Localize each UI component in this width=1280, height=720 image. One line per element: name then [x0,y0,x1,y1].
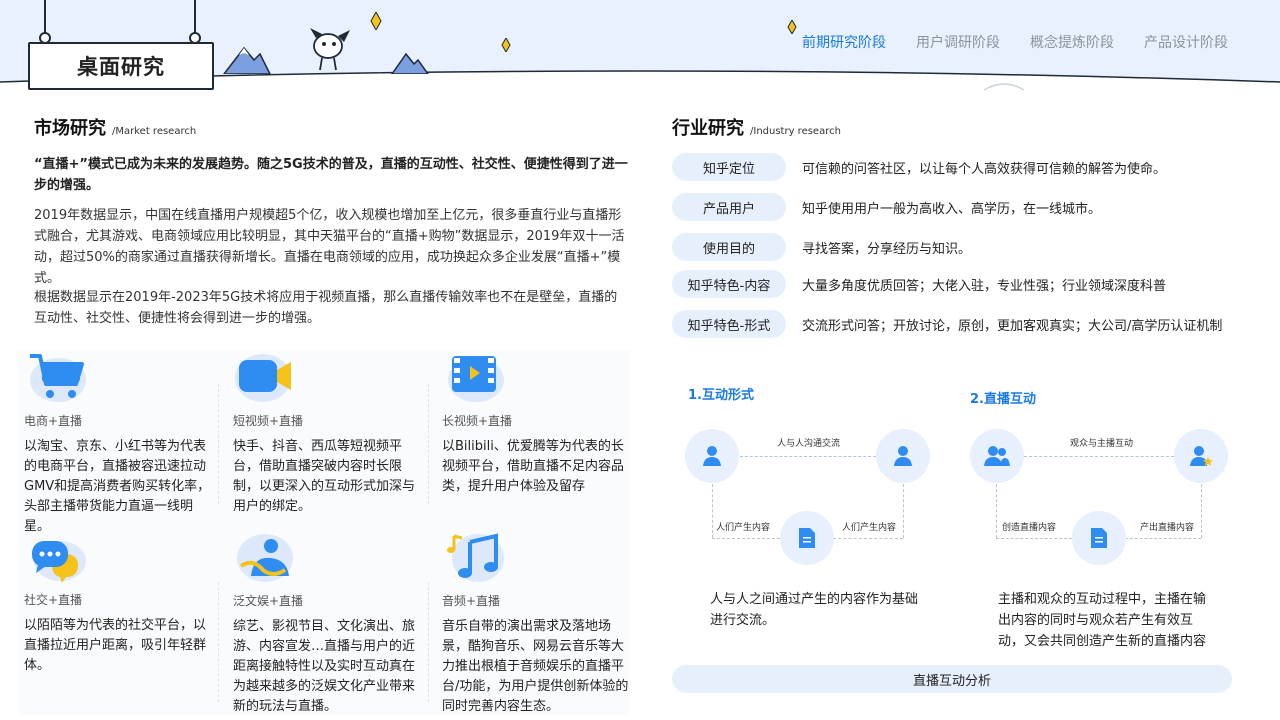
industry-row-label: 使用目的 [672,233,786,261]
connector [833,538,903,539]
industry-row-label: 知乎特色-内容 [672,270,786,298]
card-description: 快手、抖音、西瓜等短视频平台，借助直播突破内容时长限制，以更深入的互动形式加深与… [233,439,416,514]
market-subtitle: /Market research [112,126,197,137]
live-interaction-analysis-bar: 直播互动分析 [672,665,1232,693]
industry-row-text: 寻找答案，分享经历与知识。 [802,241,972,257]
sign-pin-right [189,32,201,44]
card-label: 电商+直播 [24,414,83,428]
industry-row-label: 产品用户 [672,193,786,221]
card-description: 音乐自带的演出需求及落地场景，酷狗音乐、网易云音乐等大力推出根植于音频娱乐的直播… [442,619,629,714]
card-entertainment-live: 泛文娱+直播 综艺、影视节目、文化演出、旅游、内容宣发…直播与用户的近距离接触特… [233,530,423,717]
user-icon [685,429,739,483]
market-heading: 市场研究/Market research [34,114,196,140]
flow2-left-label: 创造直播内容 [1000,520,1059,533]
flow2-title: 2.直播互动 [970,392,1036,407]
flow1-top-label: 人与人沟通交流 [775,436,843,449]
film-play-icon [442,350,506,406]
flow1-right-label: 人们产生内容 [840,520,899,533]
flow1-left-label: 人们产生内容 [714,520,773,533]
wave-icon [983,83,1025,91]
market-title: 市场研究 [34,118,106,139]
card-description: 以Bilibili、优爱腾等为代表的长视频平台，借助直播不足内容品类，提升用户体… [442,439,625,494]
divider [218,384,219,504]
industry-row-text: 知乎使用用户一般为高收入、高学历，在一线城市。 [802,201,1102,217]
divider [428,384,429,504]
card-label: 社交+直播 [24,593,83,607]
card-audio-live: 音频+直播 音乐自带的演出需求及落地场景，酷狗音乐、网易云音乐等大力推出根植于音… [442,530,632,717]
flow2-top-label: 观众与主播互动 [1068,436,1136,449]
card-social-live: 社交+直播 以陌陌等为代表的社交平台，以直播拉近用户距离，吸引年轻群体。 [24,535,214,676]
card-long-video-live: 长视频+直播 以Bilibili、优爱腾等为代表的长视频平台，借助直播不足内容品… [442,350,632,497]
connector [712,484,713,538]
connector [996,484,997,538]
users-group-icon [970,429,1024,483]
document-icon [780,511,834,565]
card-ecommerce-live: 电商+直播 以淘宝、京东、小红书等为代表的电商平台，直播被容迅速拉动GMV和提高… [24,350,214,537]
industry-row-label: 知乎定位 [672,153,786,181]
video-camera-icon [233,350,297,406]
connector [1201,484,1202,538]
industry-subtitle: /Industry research [750,126,841,137]
card-description: 以淘宝、京东、小红书等为代表的电商平台，直播被容迅速拉动GMV和提高消费者购买转… [24,439,211,534]
nav-item-design[interactable]: 产品设计阶段 [1144,32,1228,52]
card-label: 长视频+直播 [442,414,513,428]
stage-nav: 前期研究阶段 用户调研阶段 概念提炼阶段 产品设计阶段 [802,32,1228,52]
flow1-title: 1.互动形式 [688,388,754,403]
card-label: 泛文娱+直播 [233,594,304,608]
market-paragraph-1: 2019年数据显示，中国在线直播用户规模超5个亿，收入规模也增加至上亿元，很多垂… [34,208,625,286]
mountain-icon [223,46,271,74]
sparkle-icon [370,12,382,30]
industry-row: 知乎特色-形式 交流形式问答；开放讨论，原创，更加客观真实；大公司/高学历认证机… [672,310,1222,338]
market-lead: “直播+”模式已成为未来的发展趋势。随之5G技术的普及，直播的互动性、社交性、便… [34,157,628,193]
industry-row-text: 可信赖的问答社区，以让每个人高效获得可信赖的解答为使命。 [802,161,1167,177]
nav-item-concept[interactable]: 概念提炼阶段 [1030,32,1114,52]
market-paragraph-2: 根据数据显示在2019年-2023年5G技术将应用于视频直播，那么直播传输效率也… [34,290,618,326]
mountain-icon [391,52,429,74]
connector [740,456,876,457]
flow2-description: 主播和观众的互动过程中，主播在输出内容的同时与观众若产生有效互动，又会共同创造产… [998,592,1207,649]
music-note-icon [442,530,506,586]
industry-row-text: 大量多角度优质回答；大佬入驻，专业性强；行业领域深度科普 [802,278,1167,294]
page-title: 桌面研究 [28,42,214,90]
industry-row: 知乎特色-内容 大量多角度优质回答；大佬入驻，专业性强；行业领域深度科普 [672,270,1166,298]
divider [218,582,219,702]
connector [712,538,780,539]
connector [1024,456,1174,457]
industry-row: 知乎定位 可信赖的问答社区，以让每个人高效获得可信赖的解答为使命。 [672,153,1166,181]
industry-row-text: 交流形式问答；开放讨论，原创，更加客观真实；大公司/高学历认证机制 [802,318,1223,334]
nav-item-early-research[interactable]: 前期研究阶段 [802,32,886,52]
card-label: 音频+直播 [442,594,501,608]
entertainment-icon [233,530,297,586]
document-icon [1072,511,1126,565]
sign-pin-left [39,32,51,44]
connector [1125,538,1201,539]
nav-item-user-research[interactable]: 用户调研阶段 [916,32,1000,52]
card-description: 以陌陌等为代表的社交平台，以直播拉近用户距离，吸引年轻群体。 [24,618,207,673]
industry-heading: 行业研究/Industry research [672,114,841,140]
chat-bubble-icon [24,535,88,585]
industry-title: 行业研究 [672,118,744,139]
industry-row: 使用目的 寻找答案，分享经历与知识。 [672,233,971,261]
industry-row-label: 知乎特色-形式 [672,310,786,338]
shopping-cart-icon [24,350,88,406]
streamer-star-icon [1174,429,1228,483]
card-short-video-live: 短视频+直播 快手、抖音、西瓜等短视频平台，借助直播突破内容时长限制，以更深入的… [233,350,423,517]
industry-row: 产品用户 知乎使用用户一般为高收入、高学历，在一线城市。 [672,193,1101,221]
divider [428,582,429,702]
flow2-right-label: 产出直播内容 [1138,520,1197,533]
card-description: 综艺、影视节目、文化演出、旅游、内容宣发…直播与用户的近距离接触特性以及实时互动… [233,619,416,714]
user-icon [876,429,930,483]
connector [903,484,904,538]
connector [996,538,1072,539]
flow1-description: 人与人之间通过产生的内容作为基础进行交流。 [710,592,919,628]
dog-mascot-icon [310,28,350,71]
sparkle-icon [787,20,797,34]
sparkle-icon [501,38,511,52]
card-label: 短视频+直播 [233,414,304,428]
